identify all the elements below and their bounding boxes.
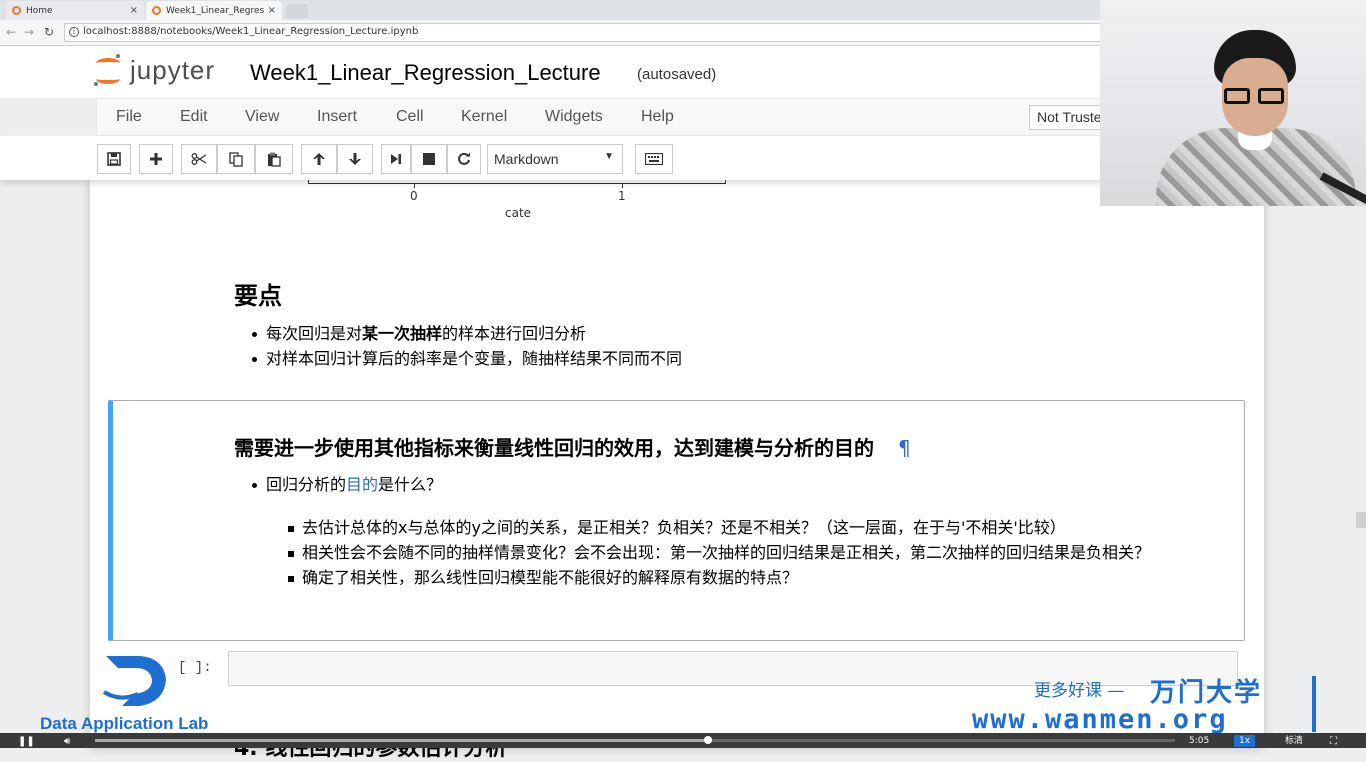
cut-button[interactable] <box>181 144 217 174</box>
data-application-lab-logo: Data Application Lab <box>36 650 256 740</box>
lab-name: Data Application Lab <box>40 714 209 733</box>
jupyter-wordmark[interactable]: jupyter <box>130 55 215 86</box>
menu-file[interactable]: File <box>116 108 142 126</box>
list-item: 确定了相关性，那么线性回归模型能不能很好的解释原有数据的特点？ <box>286 565 1206 590</box>
forward-icon[interactable]: → <box>24 25 34 39</box>
menu-view[interactable]: View <box>245 108 279 126</box>
trust-indicator[interactable]: Not Trusted <box>1029 105 1109 130</box>
notebook-container: 0 1 cate 要点 每次回归是对某一次抽样的样本进行回归分析 对样本回归计算… <box>90 180 1264 761</box>
tab-close-icon[interactable]: × <box>268 5 276 16</box>
x-axis-label: cate <box>505 206 532 220</box>
anchor-link-icon[interactable]: ¶ <box>898 436 911 460</box>
plus-icon <box>150 153 162 165</box>
video-progress[interactable] <box>95 739 1175 742</box>
pause-icon[interactable]: ❚❚ <box>18 736 35 747</box>
url-text: localhost:8888/notebooks/Week1_Linear_Re… <box>83 26 419 37</box>
dal-logo-icon <box>102 656 166 706</box>
reload-icon[interactable]: ↻ <box>44 25 54 39</box>
list-item: 去估计总体的x与总体的y之间的关系，是正相关？负相关？还是不相关？（这一层面，在… <box>286 515 1206 540</box>
keypoints-heading: 要点 <box>234 282 282 310</box>
arrow-up-icon <box>313 153 325 165</box>
tab-label: Home <box>26 5 53 16</box>
list-item: 回归分析的目的是什么？ <box>250 472 442 497</box>
copy-icon <box>229 151 243 167</box>
save-icon <box>107 152 121 166</box>
subpoint-list: 去估计总体的x与总体的y之间的关系，是正相关？负相关？还是不相关？（这一层面，在… <box>286 515 1206 590</box>
keyboard-icon <box>645 153 663 165</box>
x-tick <box>622 184 623 188</box>
interrupt-button[interactable] <box>411 144 447 174</box>
x-tick <box>414 184 415 188</box>
command-palette-button[interactable] <box>635 144 673 174</box>
info-icon[interactable]: i <box>69 27 79 37</box>
fullscreen-icon[interactable]: ⛶ <box>1330 736 1337 747</box>
wanmen-watermark: 更多好课 — 万门大学 www.wanmen.org <box>972 672 1332 738</box>
menu-bar: File Edit View Insert Cell Kernel Widget… <box>96 98 1266 136</box>
list-item: 对样本回归计算后的斜率是个变量，随抽样结果不同而不同 <box>250 346 682 371</box>
tab-notebook[interactable]: Week1_Linear_Regres × <box>146 1 282 20</box>
save-status: (autosaved) <box>637 66 717 83</box>
volume-icon[interactable]: 🔊︎ <box>64 736 70 747</box>
plot-axes <box>308 180 726 184</box>
jupyter-favicon-icon <box>12 6 21 15</box>
video-time: 5:05 <box>1189 736 1210 746</box>
stop-icon <box>423 153 435 165</box>
cell-type-value: Markdown <box>494 151 559 167</box>
cell-heading: 需要进一步使用其他指标来衡量线性回归的效用，达到建模与分析的目的 ¶ <box>234 436 911 460</box>
restart-icon <box>458 152 470 165</box>
scrollbar-thumb[interactable] <box>1356 512 1366 528</box>
save-button[interactable] <box>97 144 131 174</box>
tab-close-icon[interactable]: × <box>130 5 138 16</box>
notebook-title[interactable]: Week1_Linear_Regression_Lecture <box>250 60 601 86</box>
cell-type-select[interactable]: Markdown ▼ <box>487 144 623 174</box>
emphasis-link: 目的 <box>346 475 379 494</box>
arrow-down-icon <box>349 153 361 165</box>
url-input[interactable]: i localhost:8888/notebooks/Week1_Linear_… <box>64 23 1104 42</box>
list-item: 每次回归是对某一次抽样的样本进行回归分析 <box>250 321 682 346</box>
move-up-button[interactable] <box>301 144 337 174</box>
chevron-down-icon: ▼ <box>604 151 614 162</box>
paste-icon <box>268 152 281 167</box>
quality-button[interactable]: 标清 <box>1280 735 1308 747</box>
menu-insert[interactable]: Insert <box>317 108 357 126</box>
jupyter-logo-icon[interactable] <box>94 54 122 88</box>
video-player-bar: ❚❚ 🔊︎ 5:05 1x 标清 ⛶ <box>0 733 1366 748</box>
list-item: 相关性会不会随不同的抽样情景变化？会不会出现：第一次抽样的回归结果是正相关，第二… <box>286 540 1206 565</box>
menu-cell[interactable]: Cell <box>396 108 424 126</box>
wanmen-url: www.wanmen.org <box>972 704 1228 735</box>
x-tick-label: 0 <box>410 189 418 203</box>
scissors-icon <box>191 153 207 165</box>
keypoints-list: 每次回归是对某一次抽样的样本进行回归分析 对样本回归计算后的斜率是个变量，随抽样… <box>250 321 682 371</box>
menu-widgets[interactable]: Widgets <box>545 108 603 126</box>
speed-button[interactable]: 1x <box>1234 735 1256 747</box>
jupyter-favicon-icon <box>152 6 161 15</box>
insert-cell-button[interactable] <box>139 144 173 174</box>
wanmen-tagline: 更多好课 — <box>1034 681 1125 701</box>
instructor-webcam <box>1100 0 1366 206</box>
move-down-button[interactable] <box>337 144 373 174</box>
progress-handle[interactable] <box>704 736 712 744</box>
menu-edit[interactable]: Edit <box>180 108 208 126</box>
run-button[interactable] <box>381 144 411 174</box>
menu-kernel[interactable]: Kernel <box>461 108 507 126</box>
menu-help[interactable]: Help <box>641 108 674 126</box>
copy-button[interactable] <box>217 144 255 174</box>
step-forward-icon <box>391 154 401 164</box>
x-tick-label: 1 <box>618 189 626 203</box>
paste-button[interactable] <box>255 144 293 174</box>
new-tab-button[interactable] <box>286 4 308 18</box>
back-icon[interactable]: ← <box>6 25 16 39</box>
tab-home[interactable]: Home × <box>6 1 144 20</box>
tab-label: Week1_Linear_Regres <box>166 5 265 16</box>
question-list: 回归分析的目的是什么？ <box>250 472 442 497</box>
restart-button[interactable] <box>447 144 481 174</box>
